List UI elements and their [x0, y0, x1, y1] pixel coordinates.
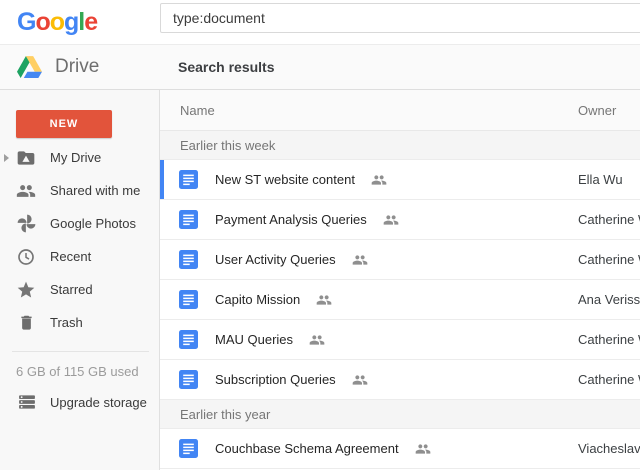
table-header: Name Owner	[160, 90, 640, 131]
document-icon	[179, 330, 198, 349]
shared-people-icon	[415, 441, 431, 457]
table-row[interactable]: MAU Queries Catherine Wo	[160, 320, 640, 360]
drive-logo-icon[interactable]	[17, 56, 42, 78]
file-list-panel: Name Owner Earlier this week New ST webs…	[160, 90, 640, 470]
sidebar-item-trash[interactable]: Trash	[0, 306, 159, 339]
table-row[interactable]: New ST website content Ella Wu	[160, 160, 640, 200]
document-icon	[179, 370, 198, 389]
table-row[interactable]: User Activity Queries Catherine Wo	[160, 240, 640, 280]
storage-icon	[16, 391, 38, 413]
shared-people-icon	[371, 172, 387, 188]
sidebar-item-label: My Drive	[50, 150, 101, 165]
sidebar-item-label: Shared with me	[50, 183, 140, 198]
table-row[interactable]: Subscription Queries Catherine Wo	[160, 360, 640, 400]
sidebar-item-shared-with-me[interactable]: Shared with me	[0, 174, 159, 207]
table-row[interactable]: Couchbase Schema Agreement Viacheslav Iu	[160, 429, 640, 469]
star-icon	[15, 279, 37, 301]
upgrade-storage-label: Upgrade storage	[50, 395, 147, 410]
owner-name: Catherine Wo	[578, 372, 640, 387]
sidebar-item-label: Google Photos	[50, 216, 136, 231]
document-icon	[179, 439, 198, 458]
section-label: Earlier this year	[180, 407, 270, 422]
owner-name: Catherine Wo	[578, 252, 640, 267]
shared-people-icon	[383, 212, 399, 228]
file-name: User Activity Queries	[215, 252, 336, 267]
app-name[interactable]: Drive	[55, 56, 99, 78]
app-bar: Drive Search results	[0, 45, 640, 90]
shared-people-icon	[309, 332, 325, 348]
logo-letter: o	[35, 8, 49, 36]
file-name: MAU Queries	[215, 332, 293, 347]
new-button[interactable]: NEW	[16, 110, 112, 138]
shared-people-icon	[316, 292, 332, 308]
sidebar-item-label: Recent	[50, 249, 91, 264]
owner-name: Viacheslav Iu	[578, 441, 640, 456]
sidebar-item-my-drive[interactable]: My Drive	[0, 141, 159, 174]
expand-arrow-icon[interactable]	[4, 154, 9, 162]
storage-usage: 6 GB of 115 GB used	[16, 364, 139, 379]
upgrade-storage-button[interactable]: Upgrade storage	[0, 387, 159, 417]
clock-icon	[15, 246, 37, 268]
column-header-name[interactable]: Name	[180, 103, 215, 118]
owner-name: Ella Wu	[578, 172, 623, 187]
file-name: Capito Mission	[215, 292, 300, 307]
sidebar-item-google-photos[interactable]: Google Photos	[0, 207, 159, 240]
search-input[interactable]	[160, 3, 640, 33]
sidebar-item-label: Starred	[50, 282, 93, 297]
logo-letter: g	[64, 8, 78, 36]
file-list: Earlier this week New ST website content…	[160, 131, 640, 469]
document-icon	[179, 210, 198, 229]
owner-name: Catherine Wo	[578, 212, 640, 227]
photos-pinwheel-icon	[15, 213, 37, 235]
logo-letter: e	[84, 8, 97, 36]
google-logo[interactable]: Google	[17, 8, 97, 36]
document-icon	[179, 250, 198, 269]
shared-people-icon	[15, 180, 37, 202]
trash-icon	[15, 312, 37, 334]
file-name: Subscription Queries	[215, 372, 336, 387]
sidebar: NEW My Drive	[0, 90, 160, 470]
logo-letter: G	[17, 8, 35, 36]
owner-name: Catherine Wo	[578, 332, 640, 347]
shared-people-icon	[352, 252, 368, 268]
file-name: Payment Analysis Queries	[215, 212, 367, 227]
file-name: Couchbase Schema Agreement	[215, 441, 399, 456]
sidebar-item-recent[interactable]: Recent	[0, 240, 159, 273]
document-icon	[179, 290, 198, 309]
document-icon	[179, 170, 198, 189]
sidebar-item-starred[interactable]: Starred	[0, 273, 159, 306]
table-row[interactable]: Capito Mission Ana Verissim	[160, 280, 640, 320]
logo-letter: o	[50, 8, 64, 36]
section-label: Earlier this week	[180, 138, 275, 153]
owner-name: Ana Verissim	[578, 292, 640, 307]
shared-people-icon	[352, 372, 368, 388]
section-header: Earlier this week	[160, 131, 640, 160]
section-header: Earlier this year	[160, 400, 640, 429]
app-body: NEW My Drive	[0, 90, 640, 470]
file-name: New ST website content	[215, 172, 355, 187]
sidebar-nav: My Drive Shared with me	[0, 141, 159, 339]
my-drive-folder-icon	[15, 147, 37, 169]
table-row[interactable]: Payment Analysis Queries Catherine Wo	[160, 200, 640, 240]
google-drive-app: Google Drive Search results NEW	[0, 0, 640, 470]
sidebar-item-label: Trash	[50, 315, 83, 330]
top-header: Google	[0, 0, 640, 45]
column-header-owner[interactable]: Owner	[578, 103, 616, 118]
sidebar-divider	[12, 351, 149, 352]
page-title: Search results	[178, 59, 275, 75]
